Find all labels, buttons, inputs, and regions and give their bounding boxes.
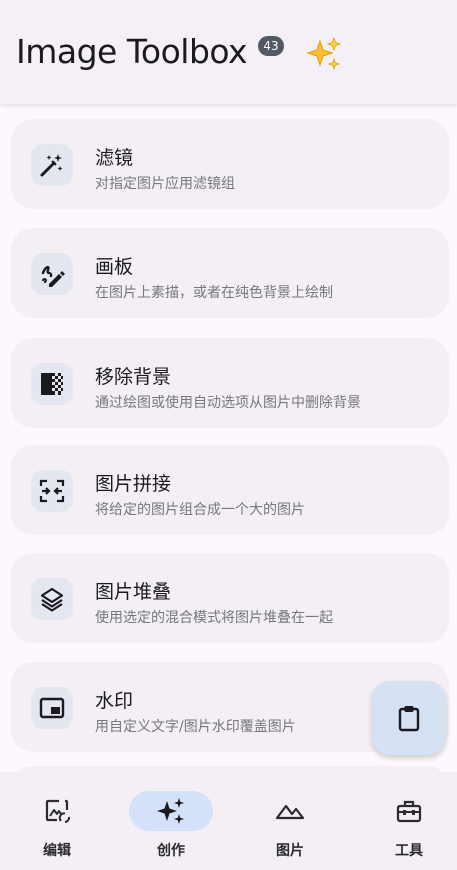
tool-title: 水印 xyxy=(95,690,134,712)
tool-icon-box xyxy=(31,144,73,186)
nav-indicator xyxy=(367,791,451,831)
tool-card-draw[interactable]: 画板 在图片上素描，或者在纯色背景上绘制 xyxy=(11,228,449,318)
landscape-icon xyxy=(275,804,305,820)
nav-label: 工具 xyxy=(395,843,423,859)
tool-subtitle: 将给定的图片组合成一个大的图片 xyxy=(95,502,305,518)
picture-in-picture-icon xyxy=(39,697,65,719)
nav-item-edit[interactable]: 编辑 xyxy=(0,772,114,870)
tool-card-stack[interactable]: 图片堆叠 使用选定的混合模式将图片堆叠在一起 xyxy=(11,553,449,643)
nav-label: 创作 xyxy=(157,843,185,859)
nav-item-create[interactable]: 创作 xyxy=(114,772,228,870)
nav-item-tools[interactable]: 工具 xyxy=(352,772,457,870)
tool-title: 画板 xyxy=(95,256,134,278)
magic-wand-icon xyxy=(40,154,63,177)
tool-list: 滤镜 对指定图片应用滤镜组 画板 在图片上素描，或者在纯色背景上绘制 移除背景 … xyxy=(0,104,457,772)
paste-fab[interactable] xyxy=(372,681,446,755)
image-edit-icon xyxy=(45,799,70,823)
bottom-navigation: 编辑 创作 图片 工具 xyxy=(0,772,457,870)
nav-indicator xyxy=(248,791,332,831)
tool-subtitle: 用自定义文字/图片水印覆盖图片 xyxy=(95,719,296,735)
tool-subtitle: 使用选定的混合模式将图片堆叠在一起 xyxy=(95,610,333,626)
tool-icon-box xyxy=(31,363,73,405)
stitch-icon xyxy=(39,479,65,503)
nav-item-images[interactable]: 图片 xyxy=(233,772,347,870)
top-app-bar: Image Toolbox 43 xyxy=(0,0,457,104)
tool-icon-box xyxy=(31,578,73,620)
tool-subtitle: 通过绘图或使用自动选项从图片中删除背景 xyxy=(95,395,361,411)
tool-card-stitch[interactable]: 图片拼接 将给定的图片组合成一个大的图片 xyxy=(11,445,449,535)
tool-title: 图片拼接 xyxy=(95,473,172,495)
tool-card-filters[interactable]: 滤镜 对指定图片应用滤镜组 xyxy=(11,119,449,209)
tool-subtitle: 对指定图片应用滤镜组 xyxy=(95,176,235,192)
tool-title: 图片堆叠 xyxy=(95,581,172,603)
tool-card-remove-background[interactable]: 移除背景 通过绘图或使用自动选项从图片中删除背景 xyxy=(11,338,449,428)
transparency-icon xyxy=(41,373,63,395)
sparkles-button[interactable] xyxy=(300,30,348,78)
draw-icon xyxy=(41,265,65,287)
sparkles-icon xyxy=(306,36,342,71)
tool-icon-box xyxy=(31,253,73,295)
sparkles-icon xyxy=(157,798,184,824)
tool-icon-box xyxy=(31,470,73,512)
clipboard-icon xyxy=(398,706,420,732)
nav-label: 编辑 xyxy=(43,843,71,859)
toolbox-icon xyxy=(396,800,422,823)
nav-indicator xyxy=(15,791,99,831)
tool-icon-box xyxy=(31,687,73,729)
nav-indicator xyxy=(129,791,213,831)
app-title: Image Toolbox xyxy=(16,32,248,71)
tool-title: 滤镜 xyxy=(95,147,134,169)
nav-label: 图片 xyxy=(276,843,304,859)
layers-icon xyxy=(40,587,64,612)
tool-title: 移除背景 xyxy=(95,366,172,388)
tool-subtitle: 在图片上素描，或者在纯色背景上绘制 xyxy=(95,285,333,301)
version-badge: 43 xyxy=(258,36,284,56)
